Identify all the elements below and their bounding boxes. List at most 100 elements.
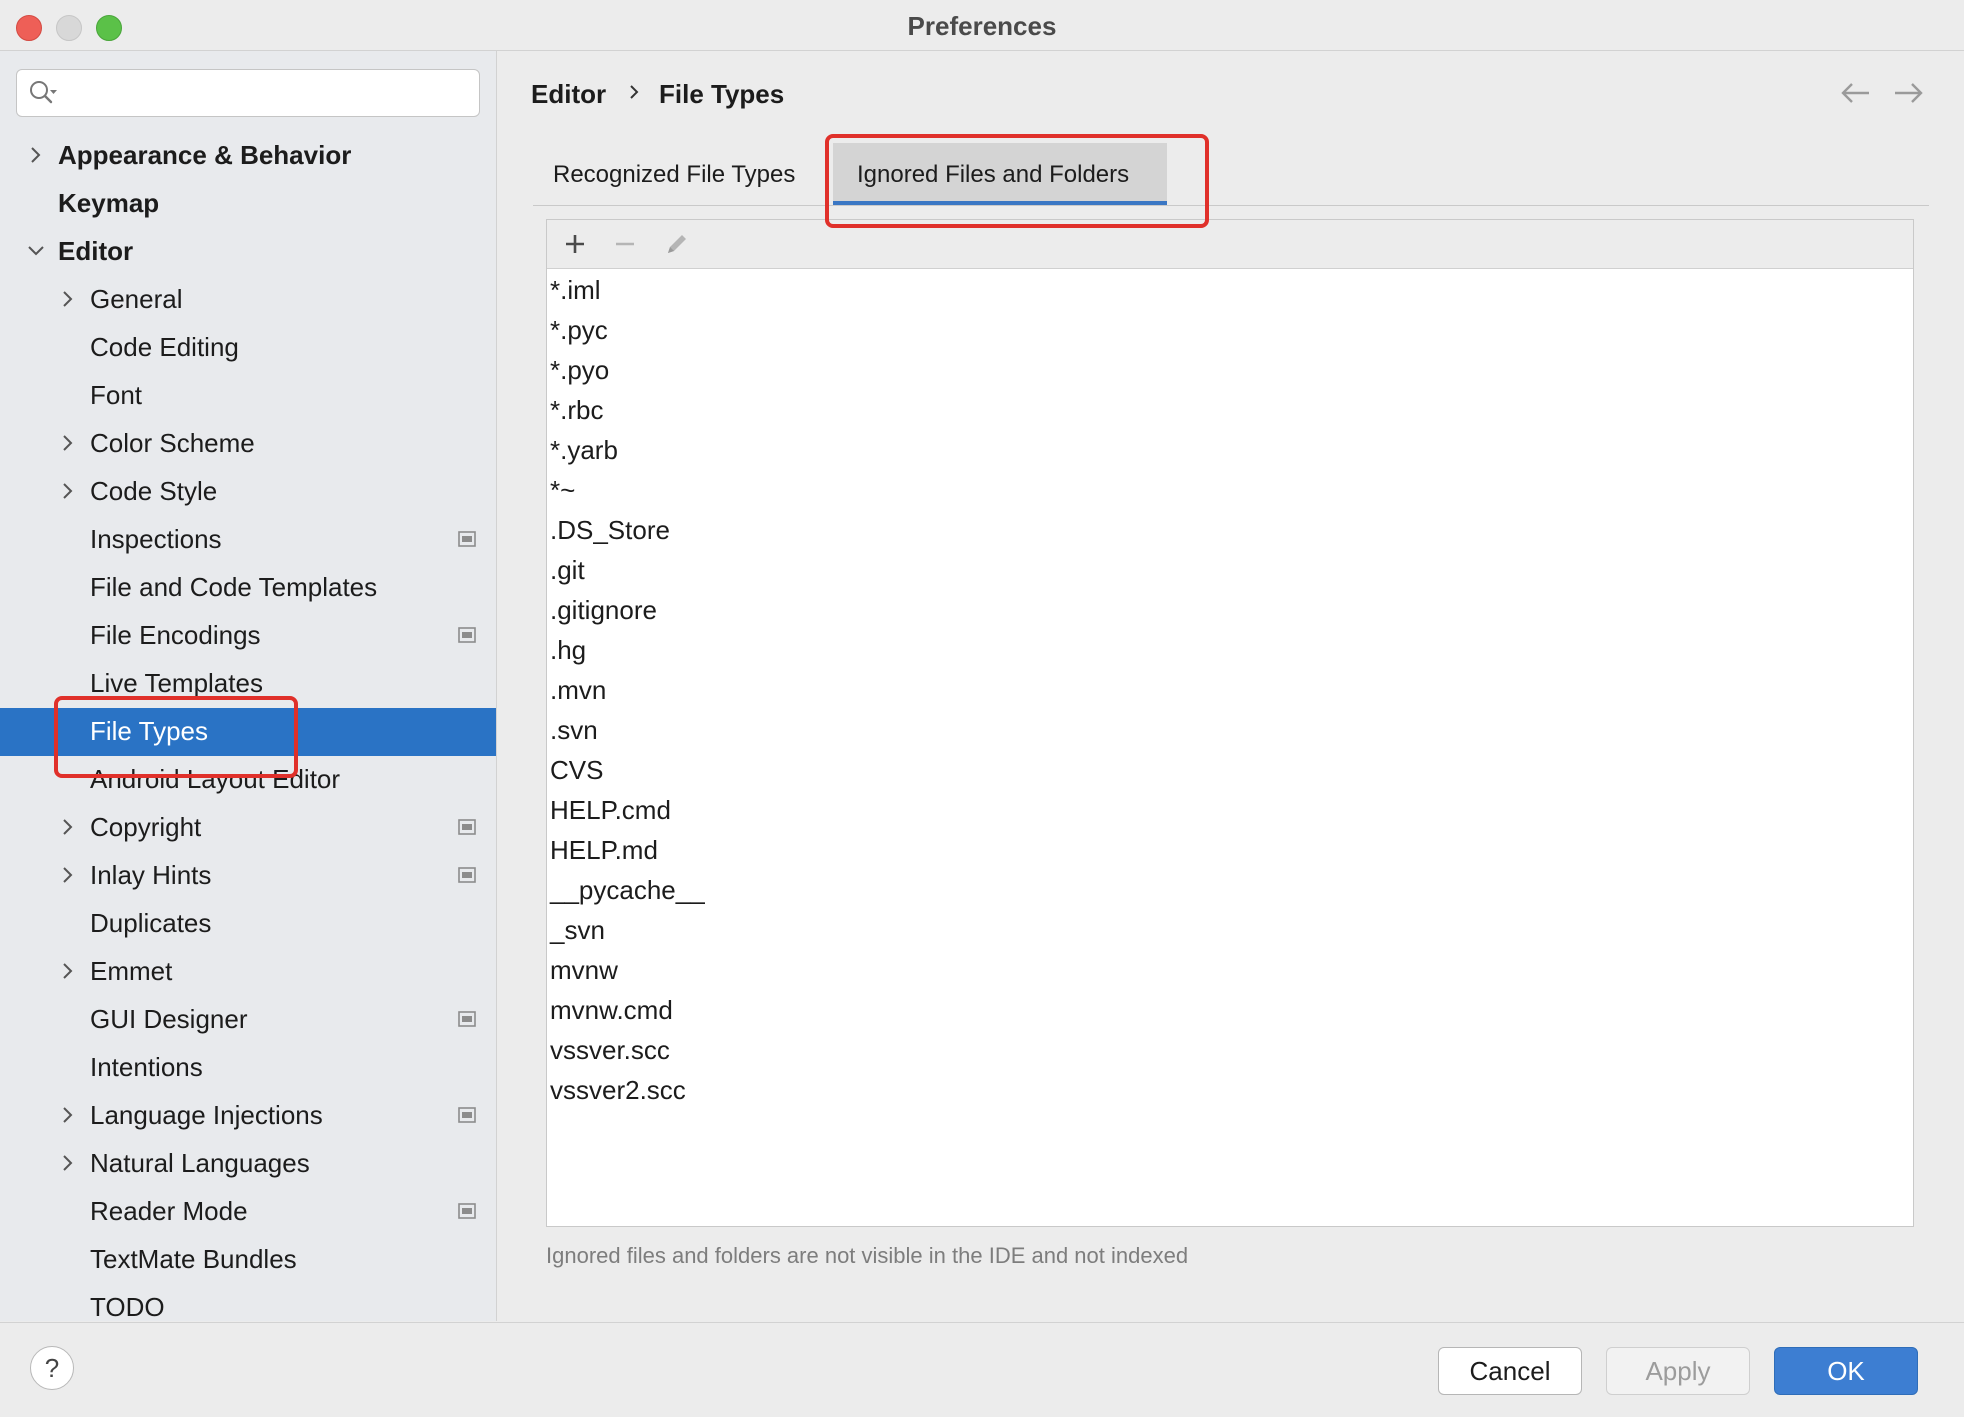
sidebar-item-label: Android Layout Editor	[90, 764, 341, 794]
settings-search-box[interactable]	[16, 69, 480, 117]
sidebar-item-label: File and Code Templates	[90, 572, 378, 602]
list-item[interactable]: *.rbc	[547, 390, 1913, 430]
chevron-right-icon[interactable]	[58, 1105, 78, 1125]
sidebar-item-duplicates[interactable]: Duplicates	[0, 900, 496, 948]
sidebar-item-label: TODO	[90, 1292, 165, 1321]
sidebar-item-todo[interactable]: TODO	[0, 1284, 496, 1321]
list-item[interactable]: __pycache__	[547, 870, 1913, 910]
sidebar-item-appearance-behavior[interactable]: Appearance & Behavior	[0, 132, 496, 180]
chevron-down-icon[interactable]	[26, 241, 46, 261]
sidebar-item-label: Color Scheme	[90, 428, 255, 458]
list-item[interactable]: *.yarb	[547, 430, 1913, 470]
sidebar-item-color-scheme[interactable]: Color Scheme	[0, 420, 496, 468]
sidebar-item-textmate-bundles[interactable]: TextMate Bundles	[0, 1236, 496, 1284]
sidebar-item-reader-mode[interactable]: Reader Mode	[0, 1188, 496, 1236]
chevron-right-icon[interactable]	[58, 865, 78, 885]
list-item[interactable]: .hg	[547, 630, 1913, 670]
sidebar-item-editor[interactable]: Editor	[0, 228, 496, 276]
ignored-hint-text: Ignored files and folders are not visibl…	[546, 1243, 1189, 1268]
list-toolbar	[547, 220, 1913, 269]
list-item[interactable]: vssver.scc	[547, 1030, 1913, 1070]
settings-search-input[interactable]	[65, 76, 469, 110]
list-item[interactable]: _svn	[547, 910, 1913, 950]
sidebar-item-intentions[interactable]: Intentions	[0, 1044, 496, 1092]
chevron-right-icon[interactable]	[58, 433, 78, 453]
sidebar-item-code-style[interactable]: Code Style	[0, 468, 496, 516]
list-item[interactable]: HELP.cmd	[547, 790, 1913, 830]
ignored-patterns-panel: *.iml *.pyc *.pyo *.rbc *.yarb *~ .DS_Store .gi…	[546, 219, 1914, 1227]
list-item[interactable]: *.pyc	[547, 310, 1913, 350]
list-item[interactable]: .gitignore	[547, 590, 1913, 630]
sidebar-item-label: Live Templates	[90, 668, 263, 698]
breadcrumb-current: File Types	[659, 79, 785, 109]
sidebar-item-inlay-hints[interactable]: Inlay Hints	[0, 852, 496, 900]
search-icon	[30, 81, 57, 104]
sidebar-item-font[interactable]: Font	[0, 372, 496, 420]
list-item[interactable]: *.iml	[547, 270, 1913, 310]
sidebar-item-label: File Encodings	[90, 620, 261, 650]
sidebar-item-label: TextMate Bundles	[90, 1244, 297, 1274]
list-item[interactable]: *.pyo	[547, 350, 1913, 390]
file-types-panel: Editor File Types Recognized File Types …	[497, 51, 1964, 1321]
project-scope-icon	[458, 531, 476, 547]
pencil-icon[interactable]	[663, 230, 691, 258]
sidebar-item-android-layout-editor[interactable]: Android Layout Editor	[0, 756, 496, 804]
list-item[interactable]: *~	[547, 470, 1913, 510]
sidebar-item-gui-designer[interactable]: GUI Designer	[0, 996, 496, 1044]
list-item[interactable]: .svn	[547, 710, 1913, 750]
sidebar-item-file-and-code-templates[interactable]: File and Code Templates	[0, 564, 496, 612]
sidebar-item-file-types[interactable]: File Types	[0, 708, 496, 756]
project-scope-icon	[458, 1203, 476, 1219]
settings-sidebar: Appearance & Behavior Keymap Editor General…	[0, 51, 497, 1321]
dialog-footer: ? Cancel Apply OK	[0, 1322, 1964, 1417]
list-item[interactable]: CVS	[547, 750, 1913, 790]
plus-icon[interactable]	[561, 230, 589, 258]
chevron-right-icon[interactable]	[58, 961, 78, 981]
chevron-right-icon[interactable]	[58, 481, 78, 501]
sidebar-item-live-templates[interactable]: Live Templates	[0, 660, 496, 708]
sidebar-item-inspections[interactable]: Inspections	[0, 516, 496, 564]
sidebar-item-label: Copyright	[90, 812, 202, 842]
sidebar-item-copyright[interactable]: Copyright	[0, 804, 496, 852]
forward-arrow-icon[interactable]	[1891, 81, 1925, 105]
tab-recognized-file-types[interactable]: Recognized File Types	[533, 143, 823, 205]
back-arrow-icon[interactable]	[1839, 81, 1873, 105]
chevron-right-icon[interactable]	[58, 817, 78, 837]
sidebar-item-label: Code Style	[90, 476, 218, 506]
project-scope-icon	[458, 1011, 476, 1027]
sidebar-item-label: Inspections	[90, 524, 222, 554]
sidebar-item-label: Keymap	[58, 188, 160, 218]
chevron-right-icon[interactable]	[58, 1153, 78, 1173]
list-item[interactable]: HELP.md	[547, 830, 1913, 870]
breadcrumb-parent[interactable]: Editor	[531, 79, 606, 110]
cancel-button[interactable]: Cancel	[1438, 1347, 1582, 1395]
sidebar-item-label: Intentions	[90, 1052, 203, 1082]
sidebar-item-label: Code Editing	[90, 332, 239, 362]
ignored-patterns-list[interactable]: *.iml *.pyc *.pyo *.rbc *.yarb *~ .DS_Store .gi…	[547, 270, 1913, 1110]
sidebar-item-general[interactable]: General	[0, 276, 496, 324]
window-title: Preferences	[907, 11, 1057, 41]
tab-ignored-files-and-folders[interactable]: Ignored Files and Folders	[833, 143, 1167, 206]
chevron-right-icon[interactable]	[26, 145, 46, 165]
list-item[interactable]: .DS_Store	[547, 510, 1913, 550]
list-item[interactable]: .mvn	[547, 670, 1913, 710]
help-button[interactable]: ?	[30, 1346, 74, 1390]
sidebar-item-language-injections[interactable]: Language Injections	[0, 1092, 496, 1140]
sidebar-item-keymap[interactable]: Keymap	[0, 180, 496, 228]
sidebar-item-emmet[interactable]: Emmet	[0, 948, 496, 996]
list-item[interactable]: mvnw	[547, 950, 1913, 990]
sidebar-item-natural-languages[interactable]: Natural Languages	[0, 1140, 496, 1188]
project-scope-icon	[458, 867, 476, 883]
chevron-right-icon[interactable]	[58, 289, 78, 309]
sidebar-item-label: Language Injections	[90, 1100, 323, 1130]
minus-icon[interactable]	[611, 230, 639, 258]
list-item[interactable]: .git	[547, 550, 1913, 590]
sidebar-item-file-encodings[interactable]: File Encodings	[0, 612, 496, 660]
ok-button[interactable]: OK	[1774, 1347, 1918, 1395]
list-item[interactable]: mvnw.cmd	[547, 990, 1913, 1030]
sidebar-item-code-editing[interactable]: Code Editing	[0, 324, 496, 372]
sidebar-item-label: Appearance & Behavior	[58, 140, 352, 170]
apply-button[interactable]: Apply	[1606, 1347, 1750, 1395]
list-item[interactable]: vssver2.scc	[547, 1070, 1913, 1110]
breadcrumb-chevron-icon	[630, 85, 639, 99]
